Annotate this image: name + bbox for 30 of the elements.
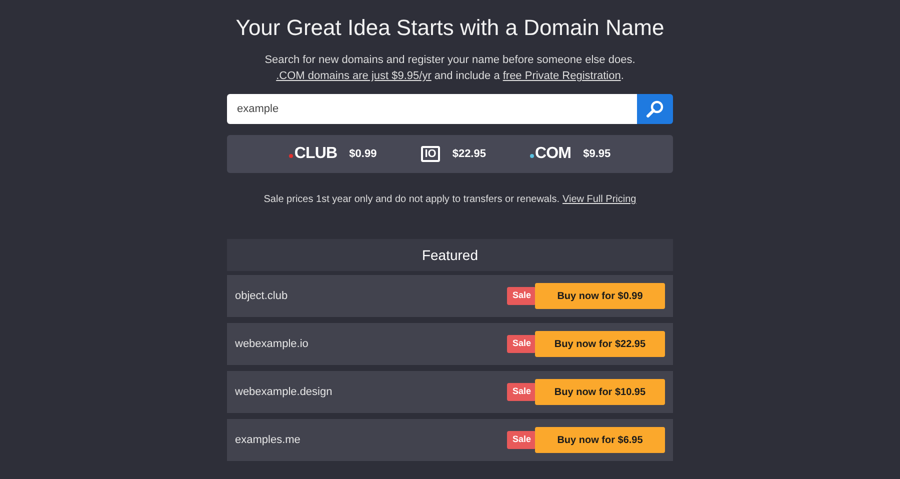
tld-price: $0.99 [349, 146, 377, 162]
search-button[interactable] [637, 94, 673, 124]
sale-badge: Sale [507, 287, 536, 305]
offer-link[interactable]: .COM domains are just $9.95/yr [276, 68, 432, 84]
domain-name: object.club [235, 288, 288, 304]
tld-price: $9.95 [583, 146, 611, 162]
buy-button[interactable]: Buy now for $10.95 [535, 379, 665, 405]
tld-logo: CLUB [289, 146, 338, 162]
sale-badge: Sale [507, 431, 536, 449]
search-field[interactable]: example [227, 94, 637, 124]
tld-price: $22.95 [452, 146, 486, 162]
sale-badge: Sale [507, 335, 536, 353]
domain-name: webexample.io [235, 336, 308, 352]
pricing-link[interactable]: View Full Pricing [562, 193, 636, 207]
buy-button[interactable]: Buy now for $22.95 [535, 331, 665, 357]
buy-button[interactable]: Buy now for $0.99 [535, 283, 665, 309]
subtitle: Search for new domains and register your name before someone else does. [264, 53, 636, 68]
buy-button[interactable]: Buy now for $6.95 [535, 427, 665, 453]
registration-link[interactable]: free Private Registration [502, 68, 621, 84]
sale-badge: Sale [507, 383, 536, 401]
featured-heading: Featured [422, 246, 478, 264]
search-icon [646, 100, 664, 118]
tld-logo: IO [420, 146, 440, 162]
sale-note: Sale prices 1st year only and do not apply to transfers or renewals. [264, 193, 560, 207]
tld-logo: COM [530, 146, 572, 162]
domain-name: examples.me [235, 432, 300, 448]
domain-name: webexample.design [235, 384, 332, 400]
page-title: Your Great Idea Starts with a Domain Name [236, 14, 664, 42]
period-text: . [620, 69, 624, 84]
offer-text: and include a [434, 69, 500, 84]
